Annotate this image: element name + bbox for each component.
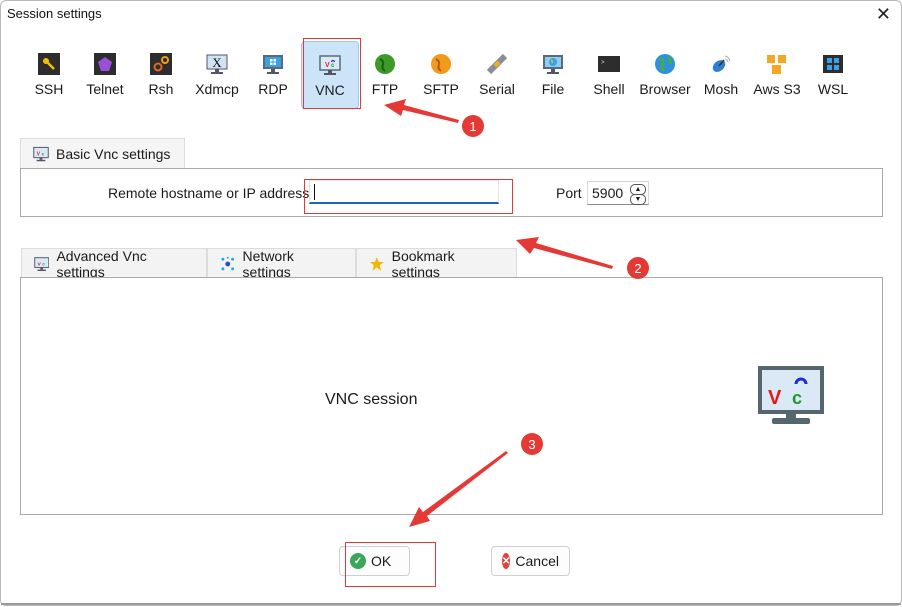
- svg-text:c: c: [792, 388, 802, 408]
- purple-gem-icon: [94, 53, 116, 75]
- protocol-xdmcp[interactable]: X Xdmcp: [189, 41, 245, 107]
- cancel-button[interactable]: ✕ Cancel: [491, 546, 570, 576]
- earth-icon: [655, 54, 675, 74]
- windows-monitor-icon: [263, 55, 283, 74]
- host-label: Remote hostname or IP address *: [108, 185, 319, 201]
- annotation-arrow-2: [516, 237, 613, 269]
- svg-text:>: >: [601, 59, 605, 66]
- plug-icon: [486, 53, 508, 75]
- protocol-sftp[interactable]: SFTP: [413, 41, 469, 107]
- protocol-rsh[interactable]: Rsh: [133, 41, 189, 107]
- svg-text:X: X: [212, 55, 222, 70]
- annotation-badge-2: 2: [627, 257, 649, 279]
- protocol-file[interactable]: File: [525, 41, 581, 107]
- ok-button[interactable]: ✓ OK: [339, 546, 410, 576]
- window-title: Session settings: [7, 6, 102, 21]
- globe-monitor-icon: [543, 55, 563, 74]
- tab-network-settings[interactable]: Network settings: [207, 247, 356, 280]
- check-icon: ✓: [350, 553, 366, 569]
- tab-label: Basic Vnc settings: [56, 146, 171, 162]
- port-label: Port: [556, 185, 582, 201]
- gears-icon: [150, 53, 172, 75]
- protocol-ftp[interactable]: FTP: [357, 41, 413, 107]
- port-value: 5900: [592, 185, 624, 201]
- satellite-dish-icon: [712, 55, 731, 72]
- svg-text:V: V: [768, 387, 782, 409]
- windows-logo-icon: [823, 55, 843, 73]
- tab-advanced-vnc-settings[interactable]: Vc Advanced Vnc settings: [21, 247, 207, 280]
- tab-label: Network settings: [242, 247, 294, 280]
- protocol-telnet[interactable]: Telnet: [77, 41, 133, 107]
- spin-down-icon[interactable]: ▼: [630, 194, 646, 205]
- protocol-browser[interactable]: Browser: [637, 41, 693, 107]
- green-globe-icon: [375, 54, 395, 74]
- annotation-badge-3: 3: [521, 433, 543, 455]
- annotation-badge-1: 1: [462, 115, 484, 137]
- protocol-rdp[interactable]: RDP: [245, 41, 301, 107]
- text-caret: [314, 184, 315, 200]
- svg-text:V: V: [325, 62, 330, 69]
- protocol-aws-s3[interactable]: Aws S3: [749, 41, 805, 107]
- protocol-serial[interactable]: Serial: [469, 41, 525, 107]
- protocol-ssh[interactable]: SSH: [21, 41, 77, 107]
- session-settings-dialog: Session settings ✕ SSH Telnet Rsh X Xdmc…: [0, 0, 902, 606]
- window-bottom-edge: [1, 603, 901, 605]
- key-icon: [38, 53, 60, 75]
- vnc-monitor-icon: Vc: [33, 146, 49, 162]
- cubes-icon: [767, 55, 786, 74]
- network-icon: [221, 256, 235, 270]
- session-type-label: VNC session: [325, 391, 418, 408]
- orange-globe-icon: [431, 54, 451, 74]
- protocol-wsl[interactable]: WSL: [805, 41, 861, 107]
- x-monitor-icon: X: [206, 54, 228, 74]
- protocol-mosh[interactable]: Mosh: [693, 41, 749, 107]
- tab-label: Bookmark settings: [391, 247, 455, 280]
- terminal-icon: >: [598, 56, 620, 72]
- vnc-large-icon: V c: [758, 366, 824, 424]
- protocol-shell[interactable]: > Shell: [581, 41, 637, 107]
- advanced-settings-panel: [20, 277, 883, 515]
- tab-label: Advanced Vnc settings: [56, 247, 147, 280]
- close-icon[interactable]: ✕: [876, 4, 891, 24]
- vnc-monitor-icon: Vc: [319, 55, 341, 75]
- cancel-x-icon: ✕: [502, 553, 511, 569]
- tab-basic-vnc-settings[interactable]: Vc Basic Vnc settings: [20, 138, 185, 169]
- remote-host-input[interactable]: [309, 180, 499, 204]
- vnc-monitor-icon: Vc: [34, 256, 50, 271]
- star-icon: [369, 256, 384, 271]
- port-spinbox[interactable]: 5900 ▲ ▼: [587, 181, 649, 205]
- protocol-vnc[interactable]: Vc VNC: [301, 41, 359, 109]
- tab-bookmark-settings[interactable]: Bookmark settings: [356, 247, 517, 280]
